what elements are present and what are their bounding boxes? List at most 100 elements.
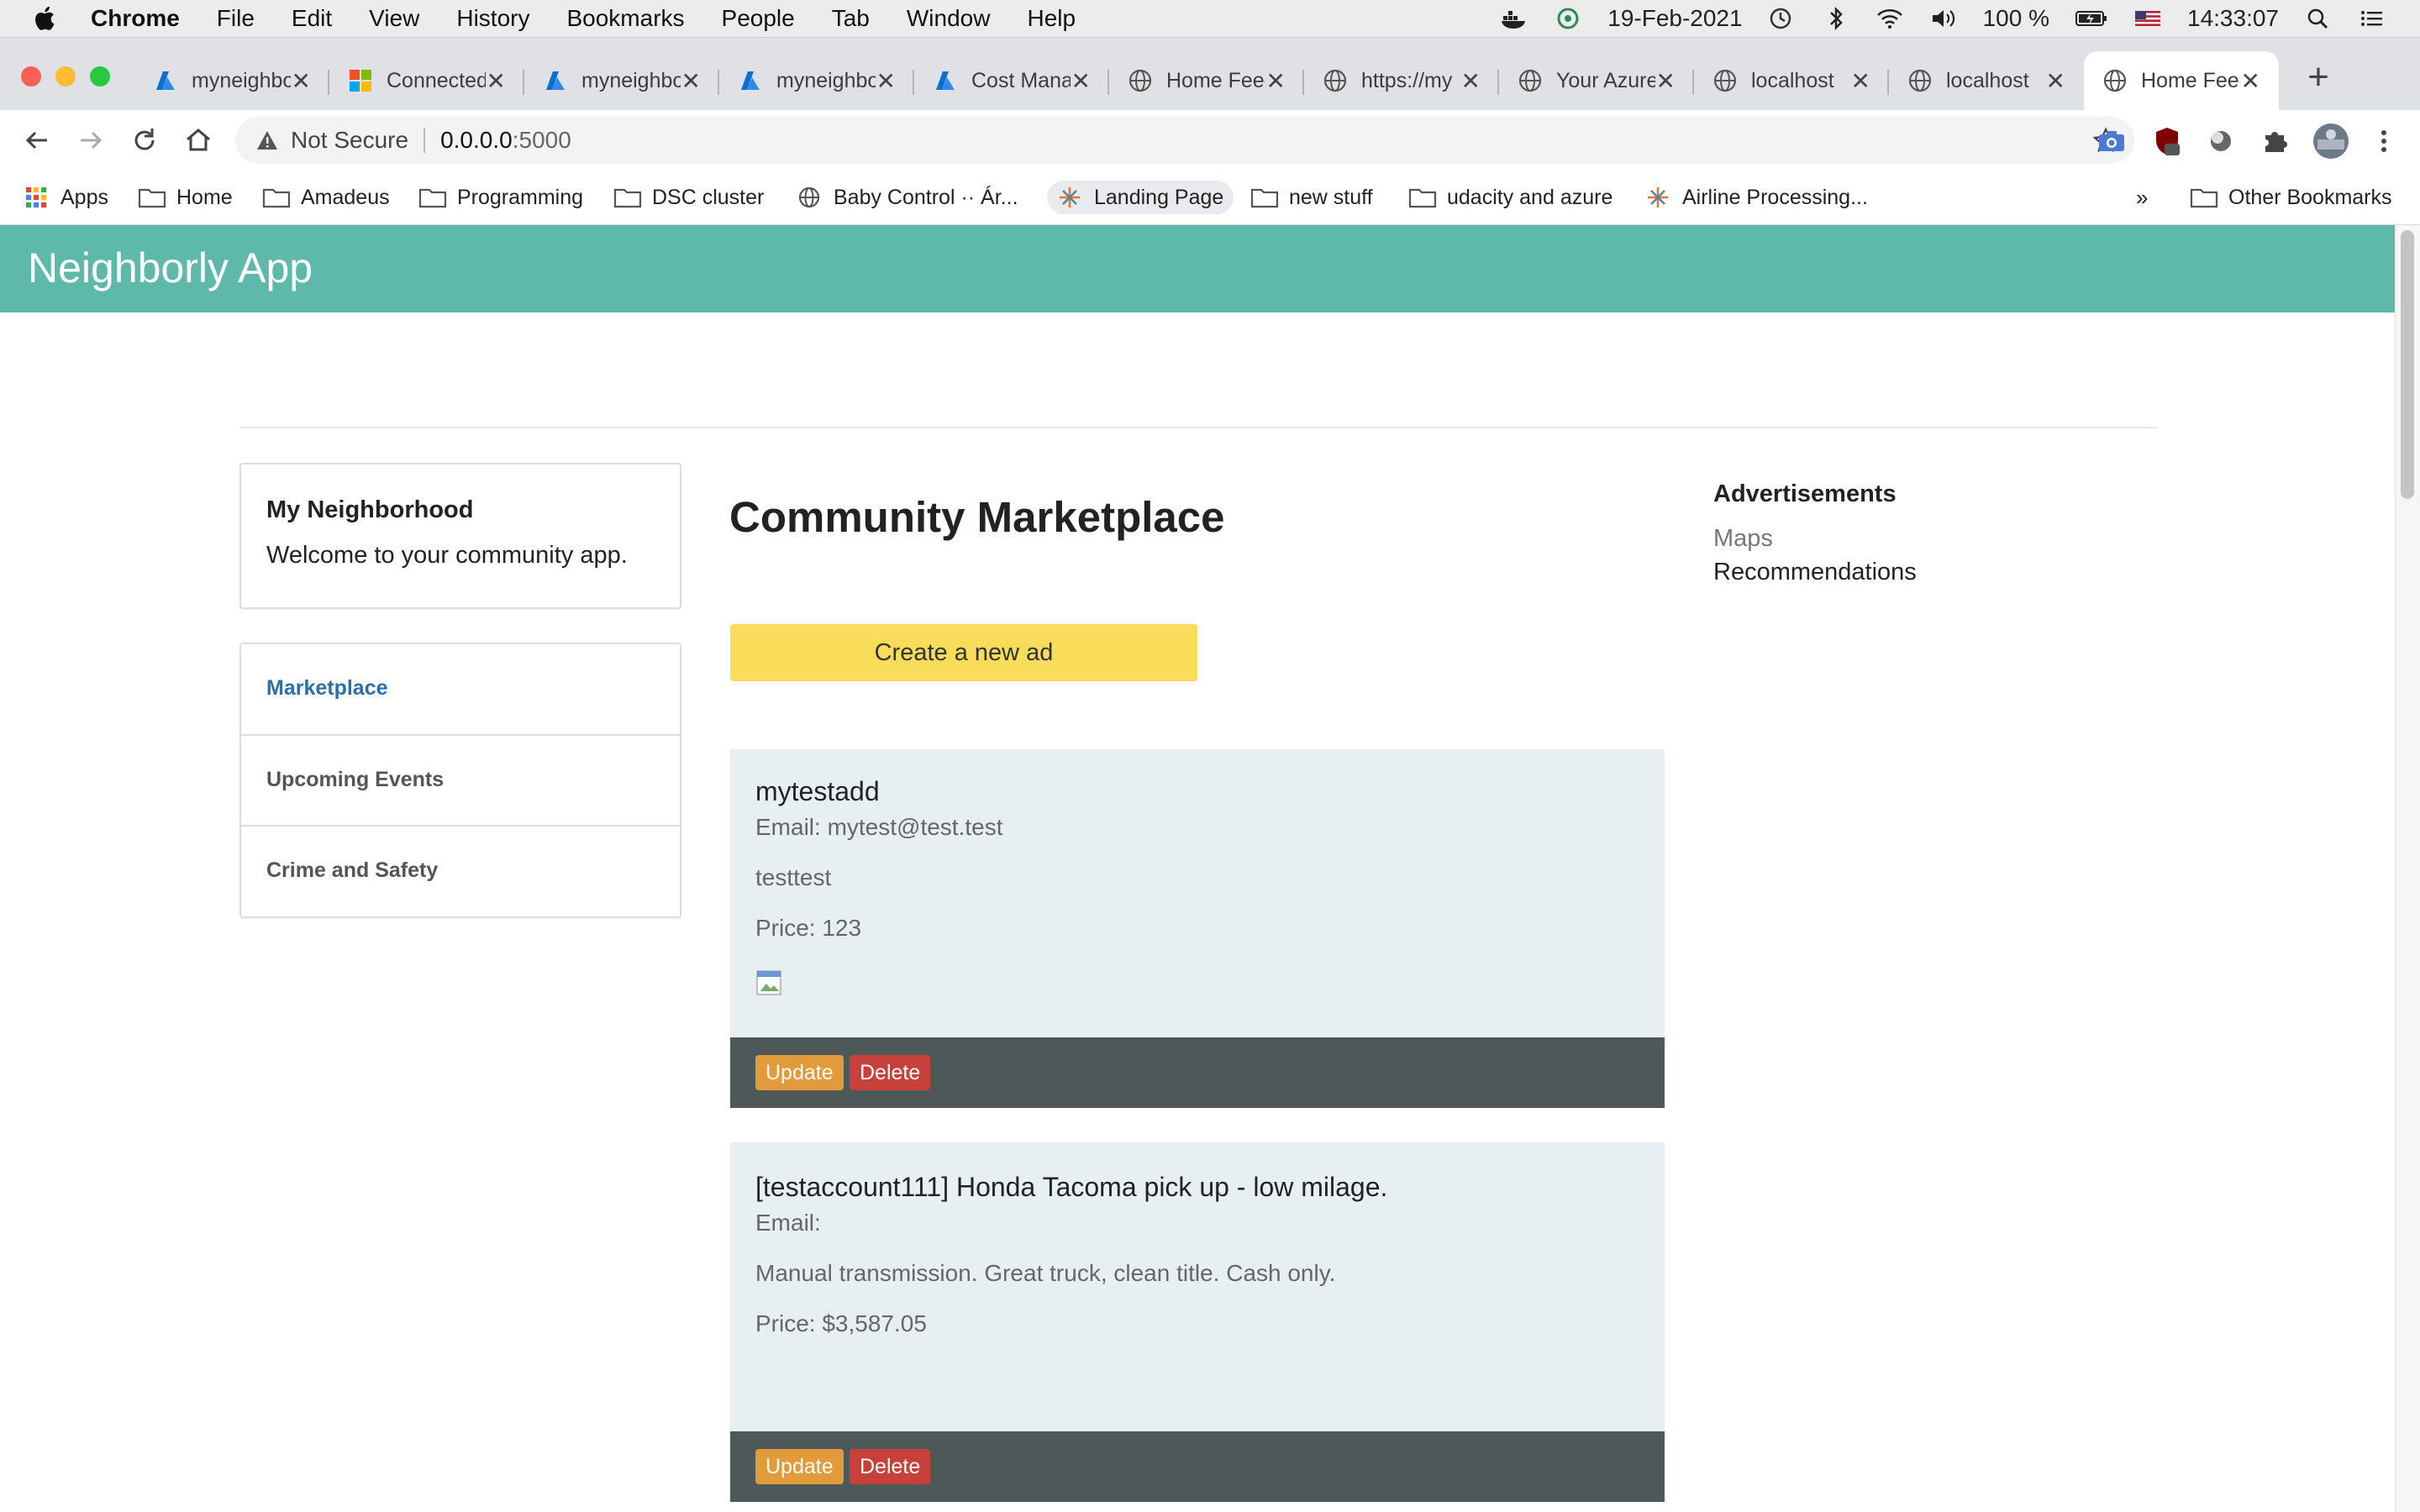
browser-tab[interactable]: myneighborly✕ <box>134 51 329 110</box>
sidebar-nav: Marketplace Upcoming Events Crime and Sa… <box>239 643 681 918</box>
ad-card: mytestadd Email: mytest@test.test testte… <box>730 749 1665 1037</box>
ad-price: Price: 123 <box>755 915 862 941</box>
home-icon[interactable] <box>182 123 215 157</box>
menu-people[interactable]: People <box>722 5 795 32</box>
browser-tab[interactable]: myneighborly✕ <box>524 51 719 110</box>
volume-icon[interactable] <box>1929 6 1958 31</box>
profile-avatar[interactable] <box>2312 123 2349 160</box>
new-tab-button[interactable]: + <box>2297 56 2339 98</box>
tab-close-icon[interactable]: ✕ <box>1656 67 1676 95</box>
tab-close-icon[interactable]: ✕ <box>1851 67 1870 95</box>
spotlight-search-icon[interactable] <box>2304 6 2333 31</box>
warning-triangle-icon[interactable] <box>255 129 279 152</box>
menu-view[interactable]: View <box>369 5 419 32</box>
us-flag-icon[interactable] <box>2133 6 2162 31</box>
bookmark-item[interactable]: Landing Page <box>1047 181 1234 214</box>
window-close-button[interactable] <box>21 66 41 87</box>
update-button[interactable]: Update <box>755 1055 844 1090</box>
extension-circle-icon[interactable] <box>2205 125 2237 157</box>
bookmark-item[interactable]: Airline Processing... <box>1644 181 1868 214</box>
tab-close-icon[interactable]: ✕ <box>2046 67 2065 95</box>
bookmark-item[interactable]: Apps <box>22 181 108 214</box>
extensions-puzzle-icon[interactable] <box>2259 125 2291 157</box>
tab-close-icon[interactable]: ✕ <box>487 67 506 95</box>
battery-percent[interactable]: 100 % <box>1983 5 2049 32</box>
app-brand-title[interactable]: Neighborly App <box>28 244 313 292</box>
menu-tab[interactable]: Tab <box>832 5 870 32</box>
menu-history[interactable]: History <box>456 5 529 32</box>
tab-title: Your Azure <box>1556 68 1655 92</box>
menu-window[interactable]: Window <box>907 5 991 32</box>
browser-tab[interactable]: localhost ✕ <box>1694 51 1889 110</box>
bookmarks-overflow-chevron[interactable]: » <box>2136 181 2148 214</box>
tab-close-icon[interactable]: ✕ <box>876 67 896 95</box>
bookmark-item[interactable]: Programming <box>418 181 583 214</box>
nav-item-label[interactable]: Crime and Safety <box>266 858 438 883</box>
bookmark-item[interactable]: Baby Control ·· Ár... <box>795 181 1018 214</box>
browser-tab[interactable]: https://my ✕ <box>1304 51 1499 110</box>
browser-tab[interactable]: myneighborly✕ <box>719 51 914 110</box>
other-bookmarks[interactable]: Other Bookmarks <box>2190 181 2392 214</box>
tab-close-icon[interactable]: ✕ <box>1266 67 1286 95</box>
window-zoom-button[interactable] <box>90 66 110 87</box>
browser-tab[interactable]: localhost ✕ <box>1889 51 2084 110</box>
docker-icon[interactable] <box>1500 6 1528 31</box>
bookmark-item[interactable]: Amadeus <box>262 181 390 214</box>
tab-title: localhost <box>1946 68 2029 92</box>
time-machine-icon[interactable] <box>1768 6 1797 31</box>
window-minimize-button[interactable] <box>55 66 76 87</box>
bluetooth-icon[interactable] <box>1822 6 1850 31</box>
menu-file[interactable]: File <box>217 5 255 32</box>
maps-link[interactable]: Maps <box>1713 525 1773 553</box>
battery-charging-icon[interactable] <box>2075 6 2108 31</box>
menu-edit[interactable]: Edit <box>292 5 332 32</box>
folder-icon <box>262 186 291 209</box>
control-center-icon[interactable] <box>2358 6 2386 31</box>
nav-item-marketplace[interactable]: Marketplace <box>241 644 680 733</box>
menu-bookmarks[interactable]: Bookmarks <box>566 5 684 32</box>
menubar-time[interactable]: 14:33:07 <box>2187 5 2279 32</box>
address-bar[interactable]: Not Secure 0.0.0.0:5000 <box>235 117 2134 164</box>
camera-extension-icon[interactable] <box>2096 125 2128 157</box>
browser-tab[interactable]: Home Feed ✕ <box>2084 51 2279 110</box>
bookmark-item[interactable]: Home <box>138 181 233 214</box>
create-ad-button[interactable]: Create a new ad <box>730 624 1197 681</box>
bookmark-item[interactable]: udacity and azure <box>1408 181 1612 214</box>
browser-tab[interactable]: Cost Management✕ <box>914 51 1109 110</box>
reload-icon[interactable] <box>128 123 161 157</box>
delete-button[interactable]: Delete <box>850 1055 931 1090</box>
recommendations-link[interactable]: Recommendations <box>1713 559 1917 586</box>
sync-status-icon[interactable] <box>1554 6 1582 31</box>
update-button[interactable]: Update <box>755 1449 844 1484</box>
menu-app-name[interactable]: Chrome <box>91 5 180 32</box>
tab-close-icon[interactable]: ✕ <box>681 67 701 95</box>
ublock-shield-icon[interactable] <box>2151 125 2183 157</box>
apple-logo-icon[interactable] <box>30 3 60 34</box>
tab-close-icon[interactable]: ✕ <box>292 67 311 95</box>
scrollbar-thumb[interactable] <box>2401 230 2414 499</box>
nav-item-label[interactable]: Upcoming Events <box>266 768 444 792</box>
chrome-menu-icon[interactable] <box>2368 125 2400 157</box>
tab-close-icon[interactable]: ✕ <box>1071 67 1091 95</box>
apps-grid-icon <box>22 186 50 209</box>
nav-item-crime-and-safety[interactable]: Crime and Safety <box>241 825 680 916</box>
browser-tab[interactable]: Connected ✕ <box>329 51 524 110</box>
tab-title: Cost Management <box>971 68 1071 92</box>
forward-arrow-icon[interactable] <box>74 123 108 157</box>
menubar-date[interactable]: 19-Feb-2021 <box>1607 5 1742 32</box>
browser-tab[interactable]: Your Azure ✕ <box>1499 51 1694 110</box>
back-arrow-icon[interactable] <box>20 123 54 157</box>
menu-help[interactable]: Help <box>1027 5 1076 32</box>
delete-button[interactable]: Delete <box>850 1449 931 1484</box>
globe-icon <box>1518 68 1543 93</box>
ad-title: mytestadd <box>755 776 880 806</box>
tab-close-icon[interactable]: ✕ <box>1461 67 1481 95</box>
not-secure-label[interactable]: Not Secure <box>291 127 408 154</box>
wifi-icon[interactable] <box>1876 6 1904 31</box>
browser-tab[interactable]: Home Feed ✕ <box>1109 51 1304 110</box>
nav-item-label[interactable]: Marketplace <box>266 676 388 701</box>
bookmark-item[interactable]: new stuff <box>1250 181 1373 214</box>
nav-item-upcoming-events[interactable]: Upcoming Events <box>241 734 680 825</box>
tab-close-icon[interactable]: ✕ <box>2241 67 2260 95</box>
bookmark-item[interactable]: DSC cluster <box>613 181 764 214</box>
